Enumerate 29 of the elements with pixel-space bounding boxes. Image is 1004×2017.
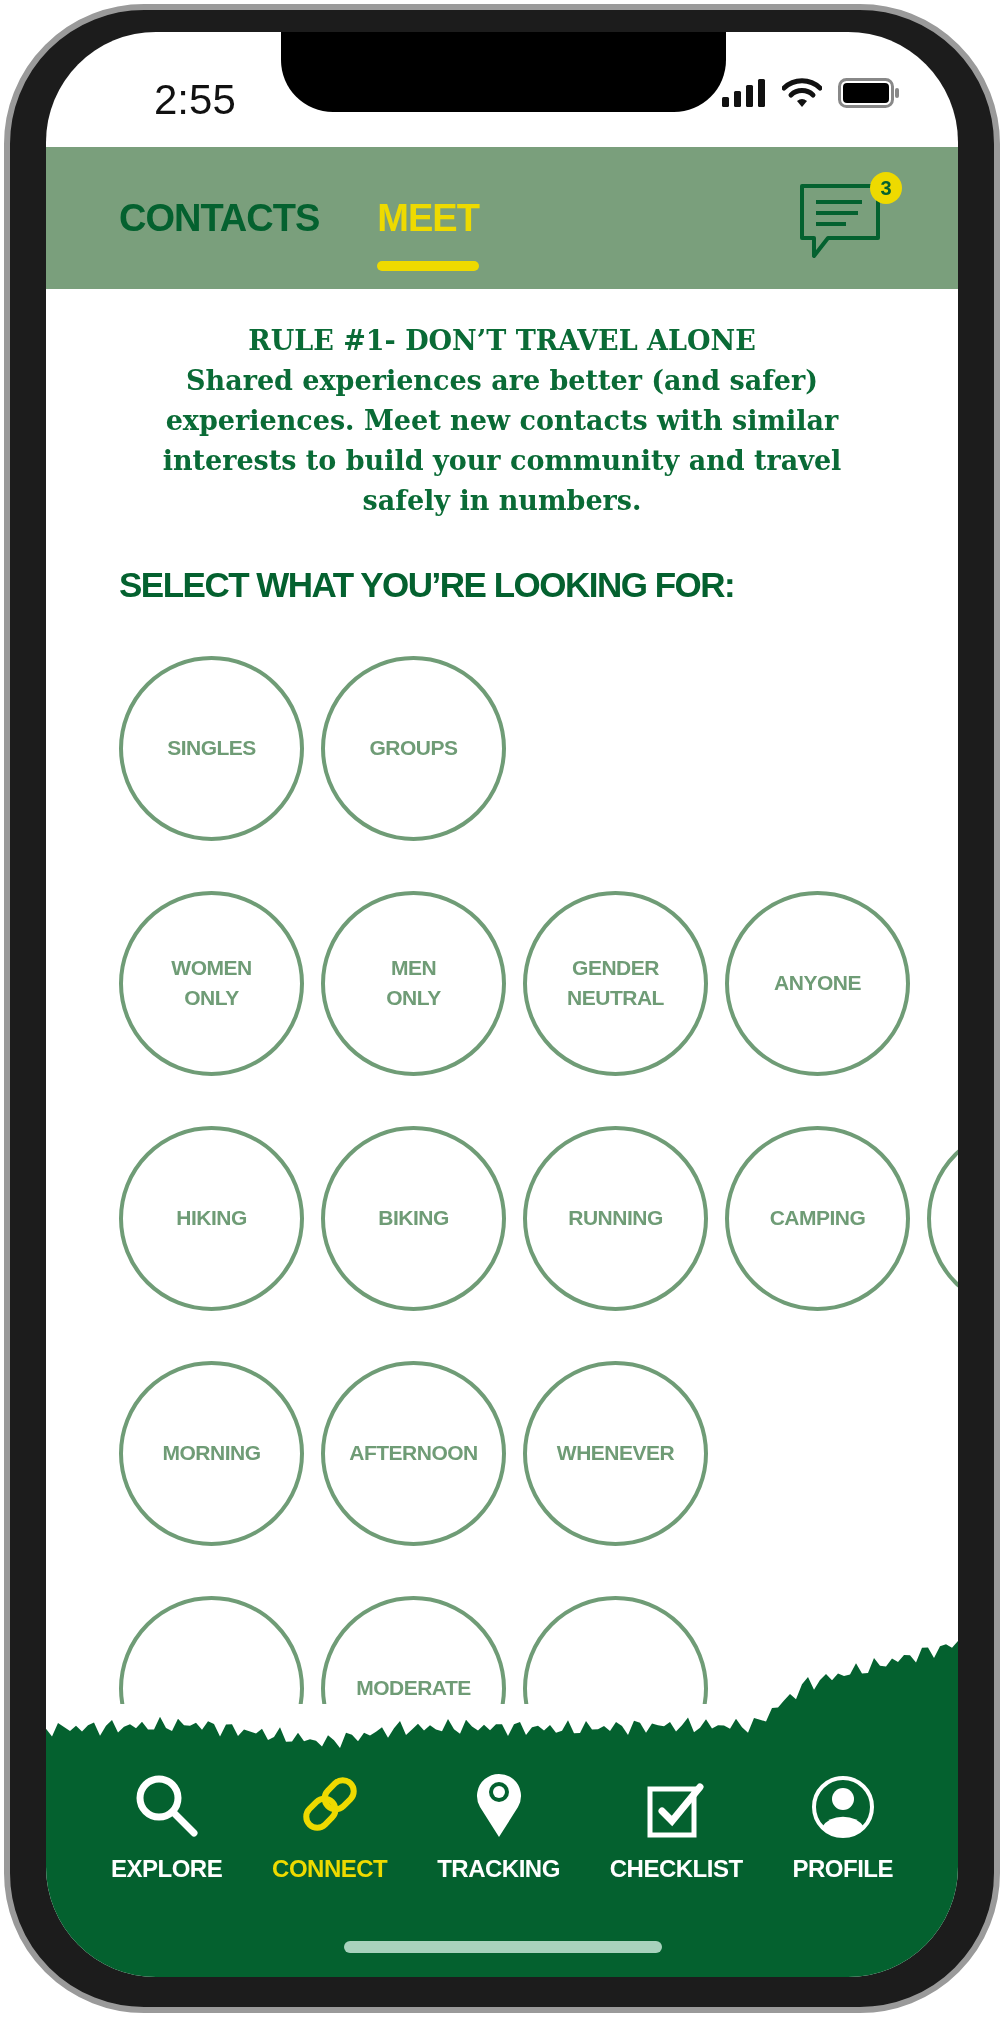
option-circle[interactable]: MEN ONLY [321,890,506,1076]
option-circle[interactable]: BIKING [321,1125,506,1311]
option-circle[interactable]: SINGLES [119,655,304,841]
option-circle[interactable]: CAMPING [725,1125,910,1311]
nav-tab[interactable]: PROFILE [792,1767,894,1977]
nav-tab[interactable]: EXPLORE [110,1767,223,1977]
tab[interactable]: MEET [377,189,479,271]
option-circle[interactable]: WHENEVER [523,1360,708,1546]
option-circle[interactable]: WOMEN ONLY [119,890,304,1076]
option-circle[interactable]: MORNING [119,1360,304,1546]
option-circle[interactable]: MODERATE [321,1595,506,1704]
option-circle[interactable]: HIKING [119,1125,304,1311]
notification-badge: 3 [870,172,902,204]
battery-icon [838,78,900,108]
wifi-icon [782,78,822,108]
nav-tab[interactable]: CHECKLIST [609,1767,743,1977]
option-circle[interactable]: GROUPS [321,655,506,841]
profile-icon [810,1775,875,1839]
option-circle[interactable]: AFTERNOON [321,1360,506,1546]
rule-heading: RULE #1- DON’T TRAVEL ALONE [247,324,757,358]
nav-tab[interactable]: CONNECT [272,1767,388,1977]
status-time: 2:55 [154,75,236,125]
option-circle[interactable]: GENDER NEUTRAL [523,890,708,1076]
tab[interactable]: CONTACTS [119,189,320,271]
section-heading: SELECT WHAT YOU’RE LOOKING FOR: [119,564,736,606]
option-circle[interactable]: RUNNING [523,1125,708,1311]
signal-icon [722,79,766,107]
rule-description: Shared experiences are better (and safer) experiences. Meet new contacts with similar interests to build your community and travel safely in numbers. [161,364,843,518]
option-circle[interactable]: ANYONE [725,890,910,1076]
